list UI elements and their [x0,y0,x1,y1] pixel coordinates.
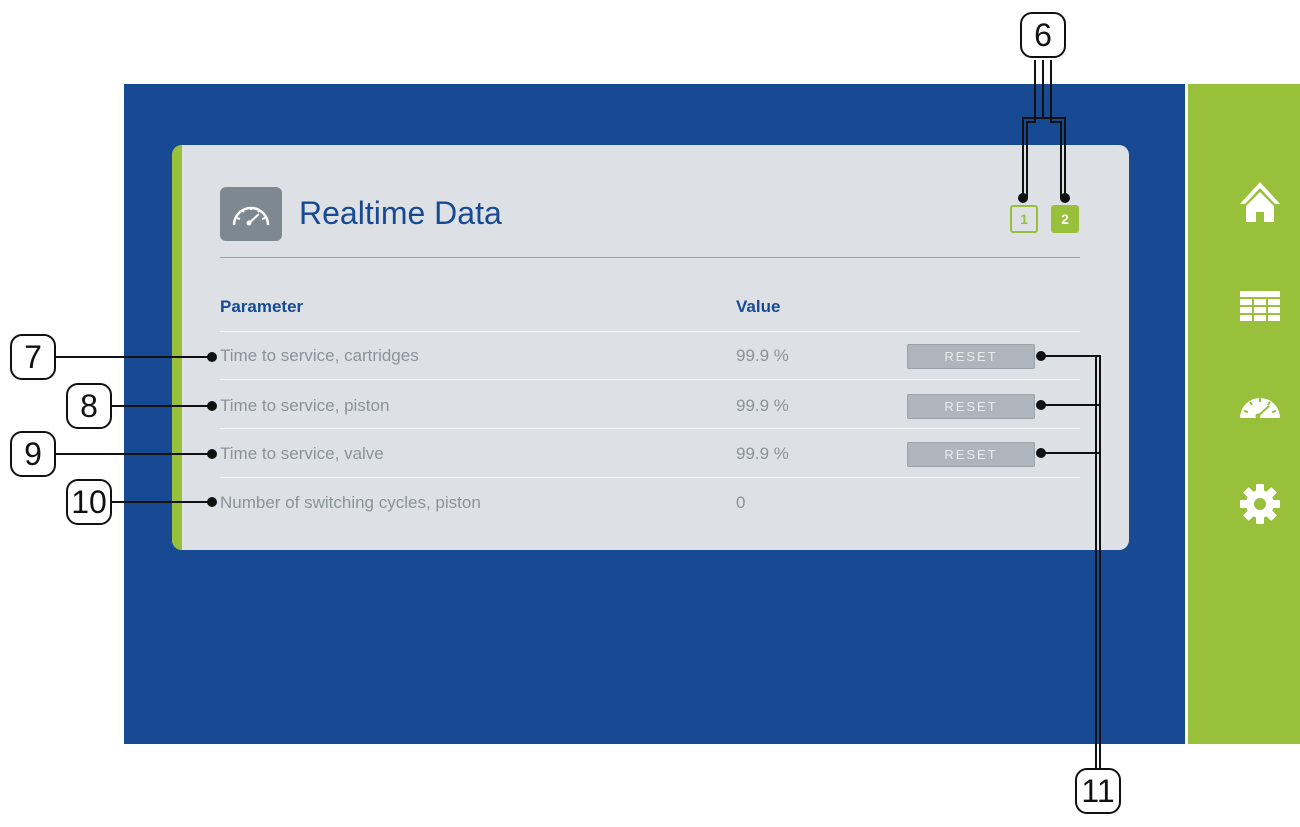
speedometer-icon [220,187,282,241]
realtime-data-panel: Realtime Data 1 2 Parameter Value Time t… [172,145,1129,550]
row-divider [220,379,1080,380]
reset-valve-button[interactable]: RESET [907,442,1035,467]
title-divider [220,257,1080,258]
reset-cartridges-button[interactable]: RESET [907,344,1035,369]
gear-icon[interactable] [1238,482,1282,526]
parameter-name: Number of switching cycles, piston [220,493,481,512]
column-header-parameter: Parameter [220,297,304,316]
parameter-name: Time to service, valve [220,444,384,463]
column-header-value: Value [736,297,781,316]
parameter-name: Time to service, cartridges [220,346,419,365]
callout-label-11: 11 [1075,768,1121,814]
parameter-value: 99.9 % [736,396,789,415]
callout-label-8: 8 [66,383,112,429]
parameter-name: Time to service, piston [220,396,390,415]
callout-label-10: 10 [66,479,112,525]
home-icon[interactable] [1238,180,1282,224]
row-divider [220,331,1080,332]
page-title: Realtime Data [299,195,502,231]
row-divider [220,428,1080,429]
parameter-value: 0 [736,493,746,512]
device-screen: Realtime Data 1 2 Parameter Value Time t… [124,84,1300,744]
page-1-button[interactable]: 1 [1010,205,1038,233]
table-icon[interactable] [1238,284,1282,328]
panel-accent-bar [172,145,182,550]
row-divider [220,477,1080,478]
callout-label-7: 7 [10,334,56,380]
reset-piston-button[interactable]: RESET [907,394,1035,419]
sidebar-nav [1185,84,1300,744]
parameter-value: 99.9 % [736,346,789,365]
callout-label-6: 6 [1020,12,1066,58]
speedometer-icon[interactable] [1238,384,1282,428]
callout-label-9: 9 [10,431,56,477]
page-2-button[interactable]: 2 [1051,205,1079,233]
parameter-value: 99.9 % [736,444,789,463]
